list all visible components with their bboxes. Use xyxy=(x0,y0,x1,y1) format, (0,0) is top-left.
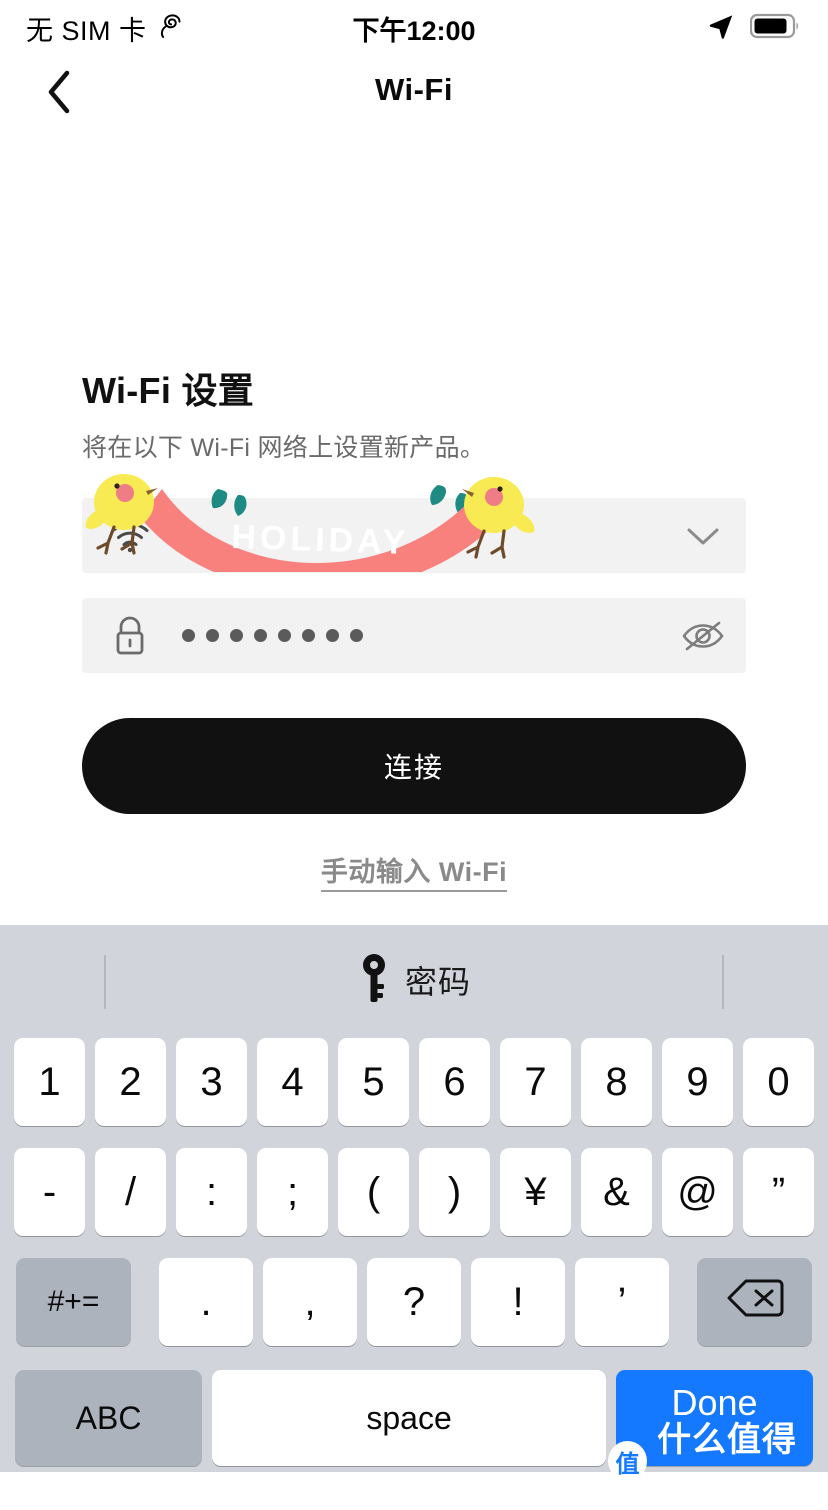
key-1[interactable]: 1 xyxy=(14,1038,85,1126)
key-ampersand[interactable]: & xyxy=(581,1148,652,1236)
key-hyphen[interactable]: - xyxy=(14,1148,85,1236)
key-question[interactable]: ? xyxy=(367,1258,461,1346)
password-dot xyxy=(278,629,291,642)
key-semicolon[interactable]: ; xyxy=(257,1148,328,1236)
keyboard-row-symbols: - / : ; ( ) ¥ & @ ” xyxy=(0,1148,828,1236)
wifi-icon xyxy=(82,518,178,554)
lock-icon xyxy=(82,613,178,659)
status-bar-time: 下午12:00 xyxy=(352,15,476,46)
password-dot xyxy=(350,629,363,642)
page-title: Wi-Fi xyxy=(375,72,453,107)
key-period[interactable]: . xyxy=(159,1258,253,1346)
status-bar-right xyxy=(706,11,802,46)
key-paren-close[interactable]: ) xyxy=(419,1148,490,1236)
navigation-bar: Wi-Fi xyxy=(0,56,828,130)
backspace-icon xyxy=(726,1277,784,1327)
password-dot xyxy=(206,629,219,642)
section-subheading: 将在以下 Wi-Fi 网络上设置新产品。 xyxy=(82,434,486,462)
key-space[interactable]: space xyxy=(212,1370,607,1466)
chevron-down-icon[interactable] xyxy=(660,523,746,549)
password-dot xyxy=(326,629,339,642)
key-quote-double[interactable]: ” xyxy=(743,1148,814,1236)
key-exclamation[interactable]: ! xyxy=(471,1258,565,1346)
key-9[interactable]: 9 xyxy=(662,1038,733,1126)
key-8[interactable]: 8 xyxy=(581,1038,652,1126)
keyboard-row-bottom: ABC space Done xyxy=(0,1370,828,1466)
battery-icon xyxy=(749,12,802,45)
keyboard-autofill-toolbar: 密码 xyxy=(0,925,828,1035)
key-symbols-toggle[interactable]: #+= xyxy=(16,1258,131,1346)
key-at[interactable]: @ xyxy=(662,1148,733,1236)
keyboard-row-punctuation: #+= . , ? ! ’ xyxy=(0,1258,828,1346)
toolbar-divider-right xyxy=(722,955,724,1009)
eye-slash-icon[interactable] xyxy=(660,616,746,656)
main-content: Wi-Fi 设置 将在以下 Wi-Fi 网络上设置新产品。 HOLIDAY 连接… xyxy=(0,130,828,925)
manual-wifi-link-wrapper: 手动输入 Wi-Fi xyxy=(0,850,828,892)
key-icon xyxy=(357,952,391,1009)
autofill-password-label[interactable]: 密码 xyxy=(405,957,471,1003)
password-value xyxy=(178,629,660,642)
keyboard-rows: 1 2 3 4 5 6 7 8 9 0 - / : ; ( ) ¥ & @ ” … xyxy=(0,1035,828,1466)
ssid-field[interactable] xyxy=(82,498,746,573)
key-colon[interactable]: : xyxy=(176,1148,247,1236)
key-done-label: Done xyxy=(671,1382,758,1423)
location-arrow-icon xyxy=(706,11,736,46)
section-heading: Wi-Fi 设置 xyxy=(82,370,255,411)
key-7[interactable]: 7 xyxy=(500,1038,571,1126)
keyboard-row-numbers: 1 2 3 4 5 6 7 8 9 0 xyxy=(0,1038,828,1126)
password-dots xyxy=(178,629,660,642)
key-abc[interactable]: ABC xyxy=(15,1370,203,1466)
key-comma[interactable]: , xyxy=(263,1258,357,1346)
key-backspace[interactable] xyxy=(697,1258,812,1346)
connect-button[interactable]: 连接 xyxy=(82,718,746,814)
manual-wifi-link[interactable]: 手动输入 Wi-Fi xyxy=(320,857,508,892)
key-apostrophe[interactable]: ’ xyxy=(575,1258,669,1346)
key-0[interactable]: 0 xyxy=(743,1038,814,1126)
keyboard: 密码 1 2 3 4 5 6 7 8 9 0 - / : ; ( ) ¥ & @… xyxy=(0,925,828,1472)
key-4[interactable]: 4 xyxy=(257,1038,328,1126)
key-paren-open[interactable]: ( xyxy=(338,1148,409,1236)
toolbar-divider-left xyxy=(104,955,106,1009)
status-bar: 无 SIM 卡 下午12:00 xyxy=(0,0,828,56)
password-dot xyxy=(302,629,315,642)
key-6[interactable]: 6 xyxy=(419,1038,490,1126)
password-dot xyxy=(254,629,267,642)
key-2[interactable]: 2 xyxy=(95,1038,166,1126)
password-dot xyxy=(230,629,243,642)
password-dot xyxy=(182,629,195,642)
key-slash[interactable]: / xyxy=(95,1148,166,1236)
key-3[interactable]: 3 xyxy=(176,1038,247,1126)
password-field[interactable] xyxy=(82,598,746,673)
key-done[interactable]: Done xyxy=(616,1370,813,1466)
key-yen[interactable]: ¥ xyxy=(500,1148,571,1236)
key-5[interactable]: 5 xyxy=(338,1038,409,1126)
